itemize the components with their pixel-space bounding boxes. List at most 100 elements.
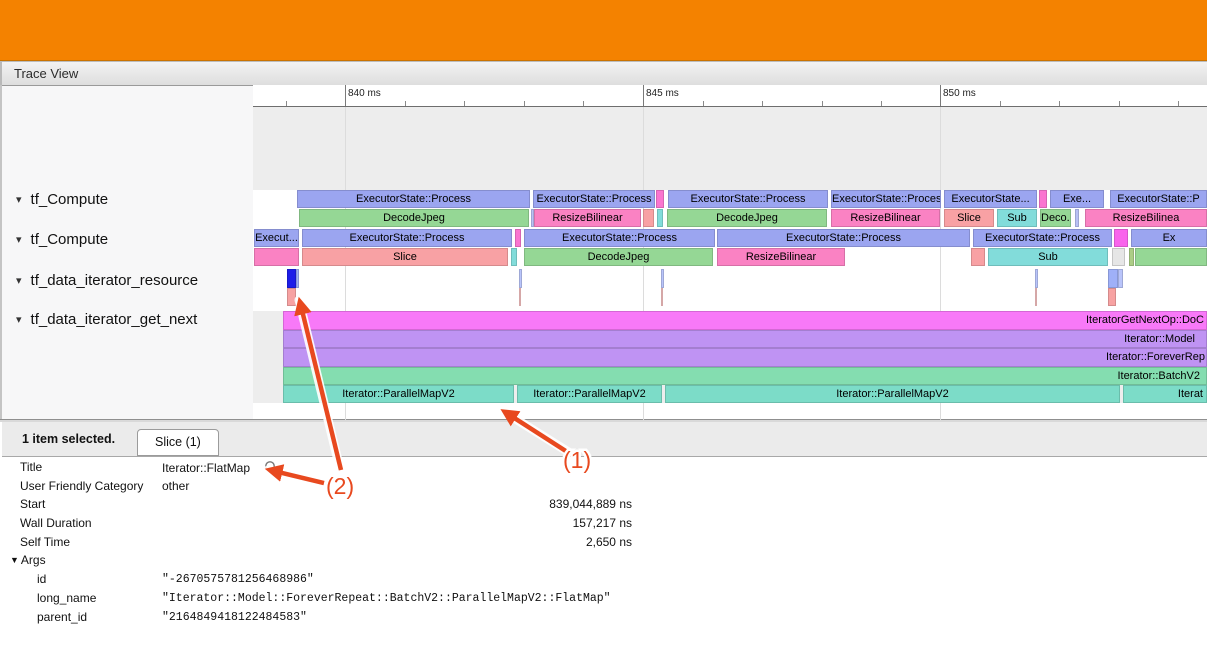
trace-slice-ExecutorState-Process[interactable]: ExecutorState::Process: [717, 229, 970, 247]
trace-slice[interactable]: [1108, 269, 1118, 288]
trace-slice[interactable]: [1075, 209, 1079, 227]
trace-slice-Exe-[interactable]: Exe...: [1050, 190, 1104, 208]
trace-slice-ExecutorState-Process[interactable]: ExecutorState::Process: [973, 229, 1112, 247]
trace-slice[interactable]: [519, 269, 522, 288]
trace-slice-Slice[interactable]: Slice: [944, 209, 994, 227]
trace-slice-ResizeBilinear[interactable]: ResizeBilinear: [534, 209, 641, 227]
ruler-tick-label: 840 ms: [348, 88, 381, 99]
trace-slice[interactable]: [1135, 248, 1207, 266]
trace-slice[interactable]: [1112, 248, 1125, 266]
args-title: Args: [21, 553, 46, 567]
trace-slice-Iterator-ParallelMapV2[interactable]: Iterator::ParallelMapV2: [665, 385, 1120, 403]
trace-slice-Iterator-BatchV2[interactable]: Iterator::BatchV2: [283, 367, 1207, 386]
trace-slice[interactable]: [511, 248, 517, 266]
ruler-minor-tick: [1119, 101, 1120, 106]
sidebar-track-tf_Compute[interactable]: ▾tf_Compute: [2, 191, 253, 209]
trace-slice-DecodeJpeg[interactable]: DecodeJpeg: [667, 209, 827, 227]
trace-slice-ExecutorState-[interactable]: ExecutorState...: [944, 190, 1037, 208]
trace-slice-ExecutorState-Process[interactable]: ExecutorState::Process: [533, 190, 655, 208]
trace-slice-DecodeJpeg[interactable]: DecodeJpeg: [524, 248, 713, 266]
trace-slice[interactable]: [656, 190, 664, 208]
trace-slice-ExecutorState-Process[interactable]: ExecutorState::Process: [668, 190, 828, 208]
detail-value: 2,650 ns: [162, 535, 632, 549]
collapse-caret-icon[interactable]: ▾: [16, 233, 22, 246]
trace-row: Iterator::ForeverRep: [253, 348, 1207, 367]
timeline-canvas[interactable]: 840 ms845 ms850 ms ExecutorState::Proces…: [253, 85, 1207, 420]
trace-slice[interactable]: [1114, 229, 1128, 247]
trace-slice[interactable]: [1108, 288, 1116, 306]
collapse-caret-icon[interactable]: ▾: [16, 274, 22, 287]
ruler-minor-tick: [881, 101, 882, 106]
sidebar-track-tf_data_iterator_get_next[interactable]: ▾tf_data_iterator_get_next: [2, 311, 253, 329]
timeline-ruler[interactable]: 840 ms845 ms850 ms: [253, 85, 1207, 107]
args-collapse-icon[interactable]: ▼: [10, 555, 19, 565]
trace-slice[interactable]: [1035, 288, 1037, 306]
ruler-minor-tick: [762, 101, 763, 106]
collapse-caret-icon[interactable]: ▾: [16, 193, 22, 206]
ruler-minor-tick: [822, 101, 823, 106]
trace-slice[interactable]: [1118, 269, 1123, 288]
trace-row: IteratorGetNextOp::DoC: [253, 311, 1207, 330]
arg-row: parent_id"2164849418122484583": [2, 608, 1205, 627]
trace-slice-ResizeBilinear[interactable]: ResizeBilinear: [717, 248, 845, 266]
trace-slice-Iterator-ParallelMapV2[interactable]: Iterator::ParallelMapV2: [283, 385, 514, 403]
trace-slice-Sub[interactable]: Sub: [988, 248, 1108, 266]
trace-slice[interactable]: [661, 288, 663, 306]
trace-slice-ExecutorState-P[interactable]: ExecutorState::P: [1110, 190, 1207, 208]
trace-slice[interactable]: [1039, 190, 1047, 208]
detail-value: 839,044,889 ns: [162, 497, 632, 511]
trace-slice-IteratorGetNextOp-DoC[interactable]: IteratorGetNextOp::DoC: [283, 311, 1207, 330]
ruler-minor-tick: [524, 101, 525, 106]
detail-label: Wall Duration: [20, 516, 92, 530]
track-name: tf_data_iterator_resource: [31, 272, 199, 289]
trace-slice[interactable]: [519, 288, 521, 306]
arg-value: "-2670575781256468986": [162, 573, 314, 586]
trace-slice[interactable]: [1129, 248, 1134, 266]
trace-slice-Iterator-ParallelMapV2[interactable]: Iterator::ParallelMapV2: [517, 385, 662, 403]
trace-row: ExecutorState::ProcessExecutorState::Pro…: [253, 190, 1207, 208]
trace-slice-ExecutorState-Process[interactable]: ExecutorState::Process: [297, 190, 530, 208]
detail-label: Title: [20, 460, 42, 474]
trace-slice[interactable]: [971, 248, 985, 266]
tab-slice[interactable]: Slice (1): [137, 429, 219, 456]
arg-value: "2164849418122484583": [162, 611, 307, 624]
trace-slice-ExecutorState-Process[interactable]: ExecutorState::Process: [524, 229, 715, 247]
trace-row: Slice DecodeJpegResizeBilinear Sub: [253, 248, 1207, 266]
trace-slice-ResizeBilinea[interactable]: ResizeBilinea: [1085, 209, 1207, 227]
detail-value: Iterator::FlatMap: [162, 460, 279, 475]
trace-slice[interactable]: [657, 209, 663, 227]
trace-slice-Iterat[interactable]: Iterat: [1123, 385, 1207, 403]
magnifier-icon[interactable]: [264, 460, 279, 475]
selection-count-text: 1 item selected.: [22, 432, 115, 446]
trace-slice[interactable]: [287, 288, 296, 306]
trace-slice[interactable]: [296, 269, 299, 288]
trace-slice-Ex[interactable]: Ex: [1131, 229, 1207, 247]
ruler-major-tick: [940, 85, 941, 106]
trace-slice-ResizeBilinear[interactable]: ResizeBilinear: [831, 209, 940, 227]
trace-slice[interactable]: [287, 269, 296, 288]
trace-slice[interactable]: [515, 229, 521, 247]
trace-slice-Iterator-Model[interactable]: Iterator::Model: [283, 330, 1207, 349]
ruler-minor-tick: [1059, 101, 1060, 106]
trace-slice-ExecutorState-Process[interactable]: ExecutorState::Process: [302, 229, 512, 247]
trace-slice-Deco-[interactable]: Deco...: [1040, 209, 1071, 227]
trace-slice[interactable]: [643, 209, 654, 227]
arg-value: "Iterator::Model::ForeverRepeat::BatchV2…: [162, 592, 611, 605]
args-section-header[interactable]: ▼Args: [2, 551, 1205, 570]
trace-slice-Iterator-ForeverRep[interactable]: Iterator::ForeverRep: [283, 348, 1207, 367]
track-background-band: [253, 106, 1207, 190]
ruler-tick-label: 850 ms: [943, 88, 976, 99]
trace-slice-Slice[interactable]: Slice: [302, 248, 508, 266]
trace-slice[interactable]: [1035, 269, 1038, 288]
trace-slice-Execut-[interactable]: Execut...: [254, 229, 299, 247]
trace-slice-Sub[interactable]: Sub: [997, 209, 1037, 227]
trace-slice-DecodeJpeg[interactable]: DecodeJpeg: [299, 209, 529, 227]
sidebar-track-tf_data_iterator_resource[interactable]: ▾ tf_data_iterator_resource: [2, 272, 253, 290]
collapse-caret-icon[interactable]: ▾: [16, 313, 22, 326]
trace-slice[interactable]: [254, 248, 299, 266]
arg-row: id"-2670575781256468986": [2, 570, 1205, 589]
trace-slice-ExecutorState-Process[interactable]: ExecutorState::Process: [831, 190, 941, 208]
trace-slice[interactable]: [661, 269, 664, 288]
sidebar-track-tf_Compute[interactable]: ▾tf_Compute: [2, 231, 253, 249]
detail-value: 157,217 ns: [162, 516, 632, 530]
